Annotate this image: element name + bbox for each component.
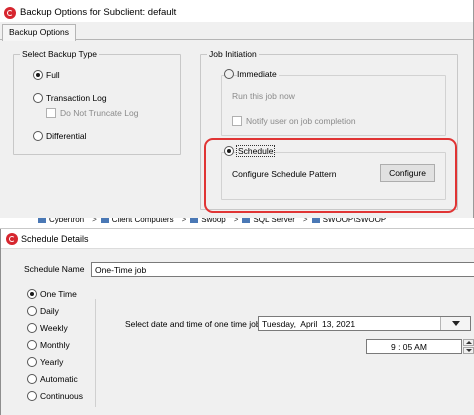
- schedule-highlight-annotation: [204, 138, 457, 213]
- node-icon: [38, 218, 46, 223]
- frequency-label: Weekly: [40, 323, 68, 333]
- date-time-label: Select date and time of one time job: [125, 319, 261, 329]
- breadcrumb-item-label: SQL Server: [253, 218, 295, 224]
- transaction-log-label: Transaction Log: [46, 93, 107, 103]
- breadcrumb-separator: >: [181, 218, 187, 224]
- job-initiation-legend: Job Initiation: [207, 49, 259, 59]
- immediate-radio[interactable]: [224, 69, 234, 79]
- schedule-name-field[interactable]: One-Time job: [91, 262, 474, 277]
- breadcrumb-separator: >: [302, 218, 308, 224]
- node-icon: [190, 218, 199, 223]
- schedule-dialog-titlebar: Schedule Details: [1, 229, 474, 249]
- breadcrumb: Cybertron > Client Computers > Swoop > SQL Ser…: [0, 218, 474, 229]
- node-icon: [242, 218, 251, 223]
- breadcrumb-item[interactable]: Cybertron: [38, 218, 84, 224]
- tab-backup-options[interactable]: Backup Options: [2, 24, 77, 41]
- immediate-label: Immediate: [237, 69, 279, 79]
- frequency-label: Continuous: [40, 391, 84, 401]
- frequency-radio[interactable]: [27, 289, 37, 299]
- time-value: 9 : 05 AM: [391, 342, 427, 352]
- run-now-label: Run this job now: [232, 91, 295, 101]
- breadcrumb-item-label: Client Computers: [111, 218, 174, 224]
- schedule-details-dialog: Schedule Details Schedule Name One-Time …: [0, 229, 474, 415]
- date-value: Tuesday, April 13, 2021: [262, 319, 356, 329]
- frequency-label: Yearly: [40, 357, 64, 367]
- breadcrumb-item[interactable]: Client Computers: [100, 218, 174, 224]
- frequency-radio[interactable]: [27, 374, 37, 384]
- node-icon: [100, 218, 109, 223]
- backup-tabstrip: Backup Options: [0, 22, 473, 41]
- breadcrumb-item[interactable]: SQL Server: [242, 218, 295, 224]
- breadcrumb-item-label: SWOOP\SWOOP: [322, 218, 387, 224]
- frequency-radio[interactable]: [27, 391, 37, 401]
- date-picker[interactable]: Tuesday, April 13, 2021: [258, 316, 471, 331]
- breadcrumb-item[interactable]: Swoop: [190, 218, 226, 224]
- chevron-down-icon[interactable]: [440, 317, 470, 330]
- backup-dialog-title: Backup Options for Subclient: default: [20, 7, 177, 18]
- schedule-name-value: One-Time job: [95, 265, 147, 275]
- node-icon: [311, 218, 320, 223]
- frequency-label: Automatic: [40, 374, 78, 384]
- backup-type-legend: Select Backup Type: [20, 49, 99, 59]
- differential-label: Differential: [46, 131, 87, 141]
- commvault-logo-icon: [6, 233, 18, 245]
- differential-radio[interactable]: [33, 131, 43, 141]
- frequency-divider: [95, 299, 96, 407]
- full-radio[interactable]: [33, 70, 43, 80]
- do-not-truncate-label: Do Not Truncate Log: [60, 108, 139, 118]
- schedule-dialog-title: Schedule Details: [21, 234, 89, 244]
- frequency-radio[interactable]: [27, 323, 37, 333]
- frequency-label: One Time: [40, 289, 77, 299]
- frequency-radio[interactable]: [27, 306, 37, 316]
- breadcrumb-separator: >: [92, 218, 97, 224]
- time-spinner[interactable]: [463, 339, 474, 354]
- frequency-label: Monthly: [40, 340, 70, 350]
- breadcrumb-item-label: Swoop: [201, 218, 226, 224]
- backup-dialog-titlebar: Backup Options for Subclient: default: [0, 4, 473, 22]
- breadcrumb-items: Cybertron > Client Computers > Swoop > SQL Ser…: [38, 218, 390, 224]
- breadcrumb-item-label: Cybertron: [49, 218, 85, 224]
- frequency-radio[interactable]: [27, 340, 37, 350]
- schedule-name-label: Schedule Name: [24, 264, 85, 274]
- full-label: Full: [46, 70, 60, 80]
- time-picker[interactable]: 9 : 05 AM: [366, 339, 462, 354]
- backup-options-dialog: Backup Options for Subclient: default Ba…: [0, 0, 474, 218]
- spin-down-icon[interactable]: [463, 347, 474, 354]
- breadcrumb-separator: >: [233, 218, 239, 224]
- frequency-label: Daily: [40, 306, 59, 316]
- do-not-truncate-checkbox[interactable]: [46, 108, 56, 118]
- spin-up-icon[interactable]: [463, 339, 474, 346]
- frequency-radio[interactable]: [27, 357, 37, 367]
- notify-checkbox[interactable]: [232, 116, 242, 126]
- immediate-subgroup: [221, 75, 446, 136]
- breadcrumb-item[interactable]: SWOOP\SWOOP: [311, 218, 387, 224]
- commvault-logo-icon: [4, 7, 16, 19]
- notify-label: Notify user on job completion: [246, 116, 356, 126]
- transaction-log-radio[interactable]: [33, 93, 43, 103]
